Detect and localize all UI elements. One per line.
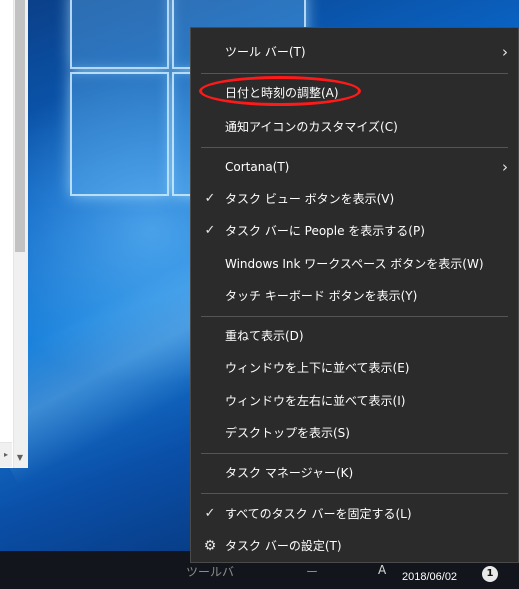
menu-item-show-people[interactable]: ✓ タスク バーに People を表示する(P) — [191, 216, 518, 246]
menu-item-show-touch-keyboard[interactable]: タッチ キーボード ボタンを表示(Y) — [191, 281, 518, 311]
scroll-down-arrow-icon[interactable]: ▼ — [13, 449, 27, 467]
menu-item-adjust-date-time[interactable]: 日付と時刻の調整(A) — [191, 78, 518, 108]
menu-item-show-task-view-button[interactable]: ✓ タスク ビュー ボタンを表示(V) — [191, 184, 518, 214]
menu-item-label: 通知アイコンのカスタマイズ(C) — [225, 120, 398, 134]
wallpaper-window-pane — [70, 0, 169, 69]
menu-item-customize-notification-icons[interactable]: 通知アイコンのカスタマイズ(C) — [191, 112, 518, 142]
scroll-left-arrow-icon[interactable]: ▸ — [0, 442, 12, 467]
menu-item-show-windows-ink[interactable]: Windows Ink ワークスペース ボタンを表示(W) — [191, 249, 518, 279]
menu-item-label: ウィンドウを上下に並べて表示(E) — [225, 361, 410, 375]
action-center-icon[interactable]: 1 — [482, 566, 498, 582]
menu-separator — [201, 316, 508, 317]
menu-item-label: タスク ビュー ボタンを表示(V) — [225, 192, 395, 206]
taskbar-toolbar-label: ツールバ — [186, 565, 235, 579]
wallpaper-window-pane — [70, 72, 169, 196]
menu-item-label: Windows Ink ワークスペース ボタンを表示(W) — [225, 257, 484, 271]
checkmark-icon: ✓ — [204, 191, 216, 206]
menu-separator — [201, 493, 508, 494]
menu-separator — [201, 453, 508, 454]
menu-item-show-desktop[interactable]: デスクトップを表示(S) — [191, 418, 518, 448]
chevron-right-icon: › — [502, 43, 508, 61]
checkmark-icon: ✓ — [204, 506, 216, 521]
menu-separator — [201, 147, 508, 148]
menu-item-toolbars[interactable]: ツール バー(T) › — [191, 37, 518, 67]
menu-item-stack-windows[interactable]: ウィンドウを上下に並べて表示(E) — [191, 353, 518, 383]
checkmark-icon: ✓ — [204, 223, 216, 238]
menu-item-label: ウィンドウを左右に並べて表示(I) — [225, 394, 406, 408]
ime-indicator[interactable]: A — [378, 563, 386, 577]
menu-item-task-manager[interactable]: タスク マネージャー(K) — [191, 458, 518, 488]
scrollbar-thumb[interactable] — [15, 0, 25, 252]
chevron-right-icon: › — [502, 158, 508, 176]
menu-item-label: 重ねて表示(D) — [225, 329, 304, 343]
menu-item-label: Cortana(T) — [225, 160, 290, 174]
taskbar-toolbar-fragment: ー — [306, 565, 319, 579]
menu-item-label: タスク マネージャー(K) — [225, 466, 354, 480]
taskbar-context-menu: ツール バー(T) › 日付と時刻の調整(A) 通知アイコンのカスタマイズ(C)… — [190, 27, 519, 563]
gear-icon: ⚙ — [203, 538, 217, 554]
menu-item-label: すべてのタスク バーを固定する(L) — [225, 507, 412, 521]
menu-item-label: タスク バーの設定(T) — [225, 539, 342, 553]
taskbar-clock-date[interactable]: 2018/06/02 — [402, 571, 457, 583]
menu-item-lock-taskbars[interactable]: ✓ すべてのタスク バーを固定する(L) — [191, 499, 518, 529]
menu-item-label: 日付と時刻の調整(A) — [225, 86, 339, 100]
app-window-edge: ▸ ▼ — [0, 0, 28, 468]
menu-item-side-by-side-windows[interactable]: ウィンドウを左右に並べて表示(I) — [191, 386, 518, 416]
menu-item-cascade-windows[interactable]: 重ねて表示(D) — [191, 321, 518, 351]
menu-item-label: タスク バーに People を表示する(P) — [225, 224, 425, 238]
menu-item-taskbar-settings[interactable]: ⚙ タスク バーの設定(T) — [191, 531, 518, 561]
menu-item-label: ツール バー(T) — [225, 45, 306, 59]
menu-item-label: デスクトップを表示(S) — [225, 426, 350, 440]
menu-separator — [201, 73, 508, 74]
menu-item-cortana[interactable]: Cortana(T) › — [191, 152, 518, 182]
menu-item-label: タッチ キーボード ボタンを表示(Y) — [225, 289, 418, 303]
